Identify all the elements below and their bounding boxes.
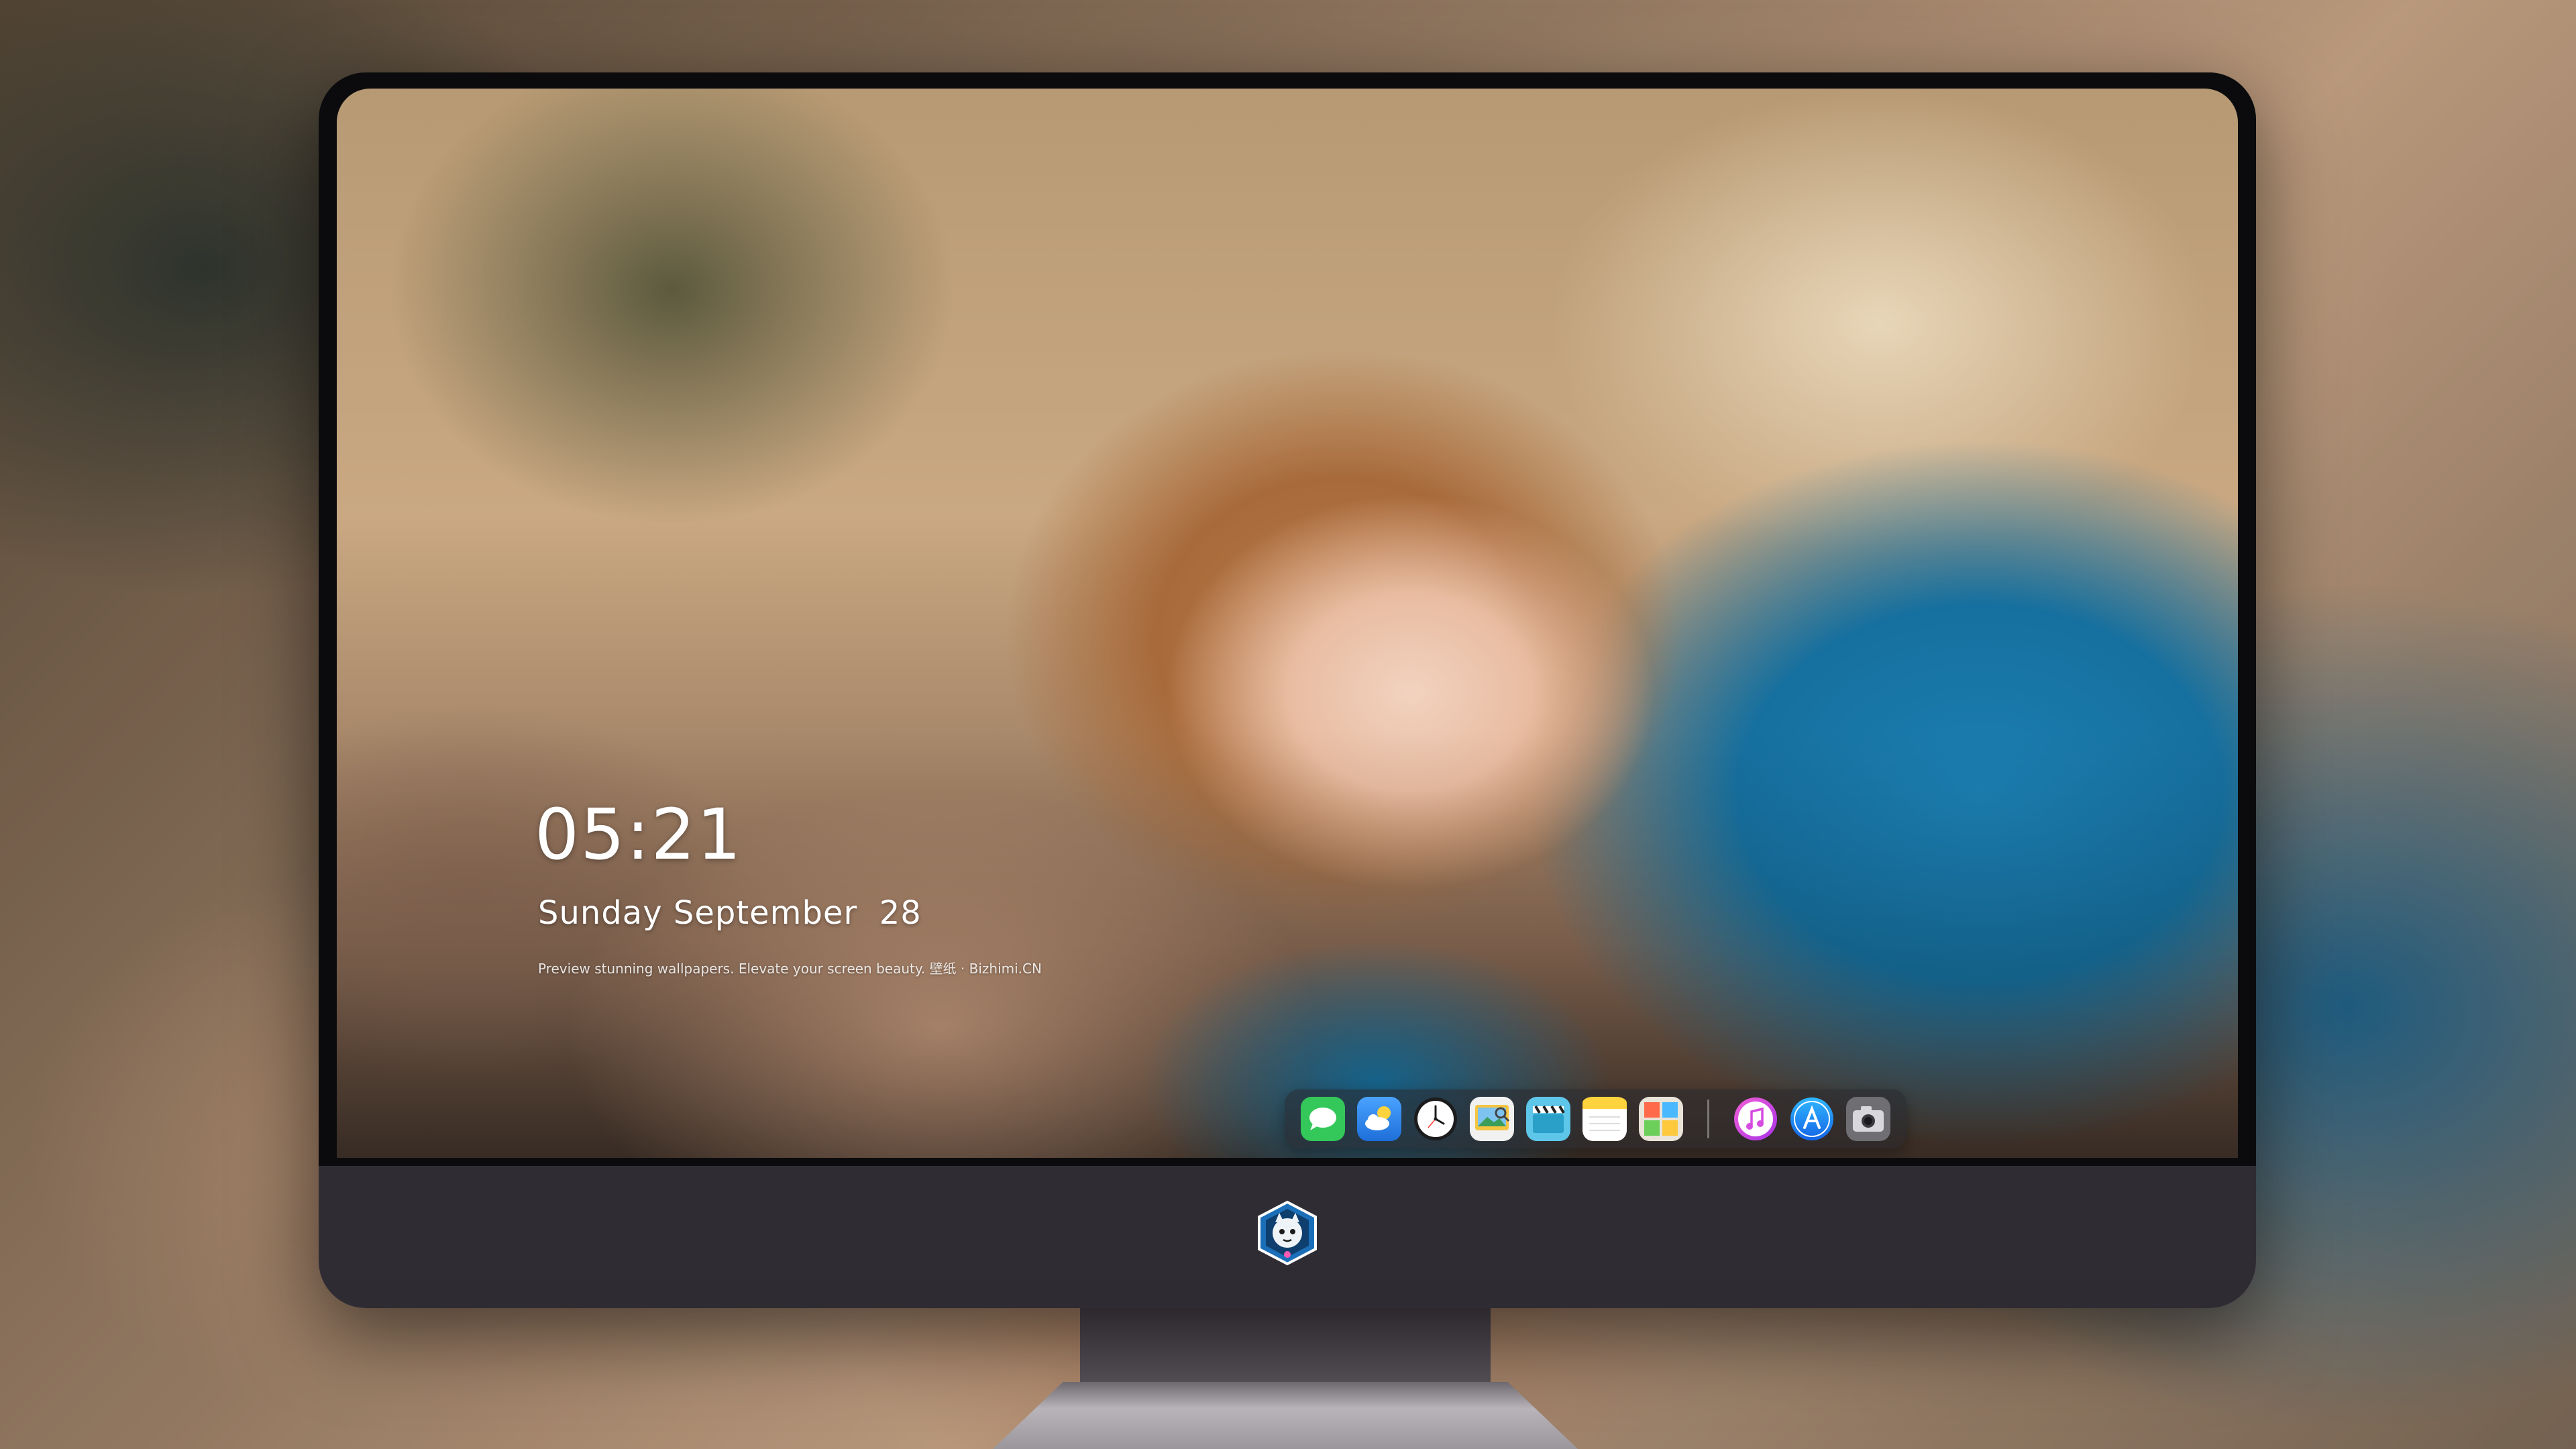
wallpaper-shade	[337, 89, 2238, 1158]
notes-icon[interactable]	[1582, 1097, 1627, 1141]
camera-icon[interactable]	[1846, 1097, 1890, 1141]
desktop-background: 05:21 Sunday September 28 Preview stunni…	[0, 0, 2576, 1449]
dock	[1285, 1089, 1907, 1148]
wallpaper-tagline: Preview stunning wallpapers. Elevate you…	[538, 961, 1042, 977]
monitor-stand-base	[993, 1382, 1578, 1449]
itunes-icon[interactable]	[1733, 1097, 1778, 1141]
clock-icon[interactable]	[1413, 1097, 1458, 1141]
messages-icon[interactable]	[1301, 1097, 1345, 1141]
monitor-bezel: 05:21 Sunday September 28 Preview stunni…	[319, 72, 2256, 1166]
lock-date: Sunday September 28	[538, 894, 922, 932]
claquette-icon[interactable]	[1526, 1097, 1570, 1141]
lock-screen[interactable]: 05:21 Sunday September 28 Preview stunni…	[337, 89, 2238, 1158]
preview-icon[interactable]	[1470, 1097, 1514, 1141]
dock-separator	[1707, 1099, 1709, 1138]
monitor-frame: 05:21 Sunday September 28 Preview stunni…	[319, 72, 2256, 1308]
weather-icon[interactable]	[1357, 1097, 1401, 1141]
lock-clock: 05:21	[535, 794, 743, 875]
mascot-logo-icon	[1254, 1199, 1321, 1267]
photo-booth-icon[interactable]	[1639, 1097, 1683, 1141]
app-store-icon[interactable]	[1790, 1097, 1834, 1141]
